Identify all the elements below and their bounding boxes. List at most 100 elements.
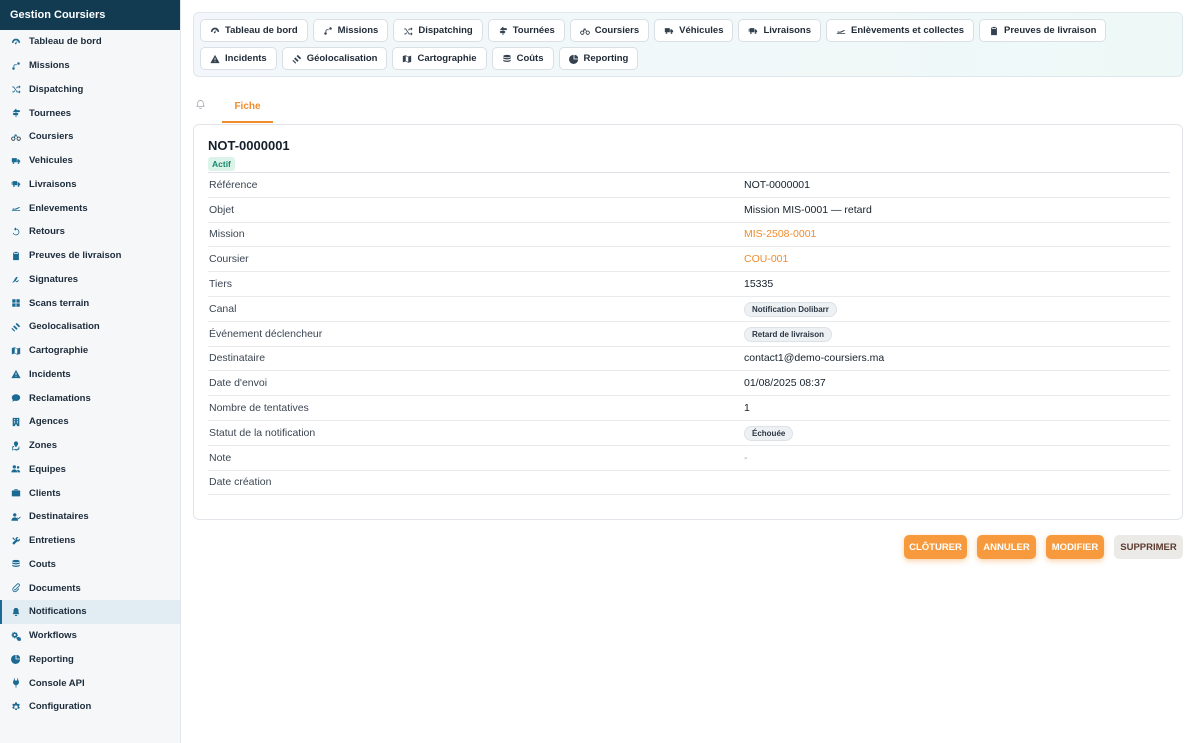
field-row: Objet Mission MIS-0001 — retard <box>208 198 1170 223</box>
sidebar-item-tournees[interactable]: Tournees <box>0 101 180 125</box>
sidebar-item-label: Entretiens <box>29 535 76 547</box>
close-button[interactable]: CLÔTURER <box>904 535 967 559</box>
sidebar-item-reclamations[interactable]: Reclamations <box>0 386 180 410</box>
topnav-dispatching[interactable]: Dispatching <box>393 19 483 42</box>
tab-fiche[interactable]: Fiche <box>222 91 273 123</box>
sidebar-item-scans-terrain[interactable]: Scans terrain <box>0 291 180 315</box>
edit-button[interactable]: MODIFIER <box>1046 535 1104 559</box>
field-label: Date création <box>209 476 272 489</box>
sidebar-item-geolocalisation[interactable]: Geolocalisation <box>0 315 180 339</box>
warning-icon <box>210 54 220 64</box>
sidebar-item-missions[interactable]: Missions <box>0 54 180 78</box>
sidebar-item-console-api[interactable]: Console API <box>0 671 180 695</box>
sidebar-item-agences[interactable]: Agences <box>0 410 180 434</box>
sidebar-item-clients[interactable]: Clients <box>0 481 180 505</box>
sidebar-item-equipes[interactable]: Equipes <box>0 458 180 482</box>
sidebar-item-cartographie[interactable]: Cartographie <box>0 339 180 363</box>
sidebar-item-enlevements[interactable]: Enlevements <box>0 196 180 220</box>
field-value: Mission MIS-0001 — retard <box>744 203 872 216</box>
sidebar-item-coursiers[interactable]: Coursiers <box>0 125 180 149</box>
field-label: Note <box>209 451 232 464</box>
sidebar-item-dispatching[interactable]: Dispatching <box>0 78 180 102</box>
topnav-reporting[interactable]: Reporting <box>558 47 639 70</box>
sidebar-item-couts[interactable]: Couts <box>0 553 180 577</box>
topnav-enlevements-et-collectes[interactable]: Enlèvements et collectes <box>826 19 975 42</box>
topnav-missions[interactable]: Missions <box>312 19 389 42</box>
sidebar: Gestion Coursiers Tableau de bord Mission… <box>0 0 181 743</box>
field-value: Échouée <box>744 425 794 441</box>
truck-fast-icon <box>748 26 758 36</box>
sidebar-item-label: Geolocalisation <box>29 321 100 333</box>
rotate-left-icon <box>11 227 21 237</box>
topnav-vehicules[interactable]: Véhicules <box>654 19 734 42</box>
topnav-label: Véhicules <box>679 25 724 36</box>
sidebar-item-workflows[interactable]: Workflows <box>0 624 180 648</box>
dashboard-icon <box>210 26 220 36</box>
field-label: Référence <box>209 178 258 191</box>
topnav-geolocalisation[interactable]: Géolocalisation <box>281 47 388 70</box>
sidebar-item-documents[interactable]: Documents <box>0 576 180 600</box>
map-icon <box>11 346 21 356</box>
topnav-couts[interactable]: Coûts <box>491 47 554 70</box>
field-row: Mission MIS-2508-0001 <box>208 223 1170 248</box>
field-row: Coursier COU-001 <box>208 247 1170 273</box>
tools-icon <box>11 536 21 546</box>
topnav-livraisons[interactable]: Livraisons <box>738 19 822 42</box>
sidebar-item-entretiens[interactable]: Entretiens <box>0 529 180 553</box>
sidebar-item-vehicules[interactable]: Vehicules <box>0 149 180 173</box>
topnav-preuves-de-livraison[interactable]: Preuves de livraison <box>979 19 1107 42</box>
plane-icon <box>11 203 21 213</box>
topnav-label: Coursiers <box>594 25 640 36</box>
field-value-pill: Notification Dolibarr <box>744 301 837 317</box>
truck-fast-icon <box>11 179 21 189</box>
sidebar-item-destinataires[interactable]: Destinataires <box>0 505 180 529</box>
field-row: Événement déclencheur Retard de livraison <box>208 322 1170 347</box>
sidebar-item-label: Incidents <box>29 368 71 380</box>
topnav-label: Missions <box>337 25 379 36</box>
sidebar-item-label: Equipes <box>29 463 66 475</box>
bell-icon[interactable] <box>195 99 211 115</box>
cancel-button[interactable]: ANNULER <box>977 535 1036 559</box>
truck-icon <box>11 156 21 166</box>
field-value: NOT-0000001 <box>744 178 810 191</box>
sidebar-item-label: Reporting <box>29 653 74 665</box>
field-value-link[interactable]: MIS-2508-0001 <box>744 228 816 240</box>
sidebar-item-reporting[interactable]: Reporting <box>0 648 180 672</box>
topnav-label: Cartographie <box>417 53 477 64</box>
sidebar-item-label: Documents <box>29 582 81 594</box>
delete-button[interactable]: SUPPRIMER <box>1114 535 1183 559</box>
field-row: Nombre de tentatives 1 <box>208 396 1170 421</box>
sidebar-item-retours[interactable]: Retours <box>0 220 180 244</box>
pie-chart-icon <box>568 54 579 64</box>
sidebar-item-label: Tournees <box>29 107 72 119</box>
sidebar-item-label: Scans terrain <box>29 297 90 309</box>
sidebar-item-notifications[interactable]: Notifications <box>0 600 180 624</box>
field-value: Retard de livraison <box>744 326 833 342</box>
sidebar-item-zones[interactable]: Zones <box>0 434 180 458</box>
sidebar-item-incidents[interactable]: Incidents <box>0 363 180 387</box>
sidebar-item-label: Livraisons <box>29 178 77 190</box>
dashboard-icon <box>11 37 21 47</box>
topnav-coursiers[interactable]: Coursiers <box>569 19 650 42</box>
field-label: Statut de la notification <box>209 426 316 439</box>
sidebar-item-signatures[interactable]: Signatures <box>0 268 180 292</box>
sidebar-item-configuration[interactable]: Configuration <box>0 695 180 719</box>
route-icon <box>323 26 333 36</box>
clipboard-check-icon <box>989 26 999 36</box>
field-value-link[interactable]: COU-001 <box>744 253 788 265</box>
sidebar-item-preuves-de-livraison[interactable]: Preuves de livraison <box>0 244 180 268</box>
topnav-label: Reporting <box>583 53 629 64</box>
bicycle-icon <box>11 132 21 142</box>
sidebar-item-livraisons[interactable]: Livraisons <box>0 173 180 197</box>
topnav-label: Tournées <box>512 25 555 36</box>
topnav-tournees[interactable]: Tournées <box>487 19 565 42</box>
field-label: Canal <box>209 302 237 315</box>
topnav-cartographie[interactable]: Cartographie <box>392 47 487 70</box>
topnav-label: Preuves de livraison <box>1004 25 1097 36</box>
topnav-label: Enlèvements et collectes <box>851 25 965 36</box>
topnav-tableau-de-bord[interactable]: Tableau de bord <box>200 19 308 42</box>
sidebar-item-tableau-de-bord[interactable]: Tableau de bord <box>0 30 180 54</box>
cogs-icon <box>11 631 21 641</box>
topnav-incidents[interactable]: Incidents <box>200 47 277 70</box>
satellite-icon <box>292 54 302 64</box>
